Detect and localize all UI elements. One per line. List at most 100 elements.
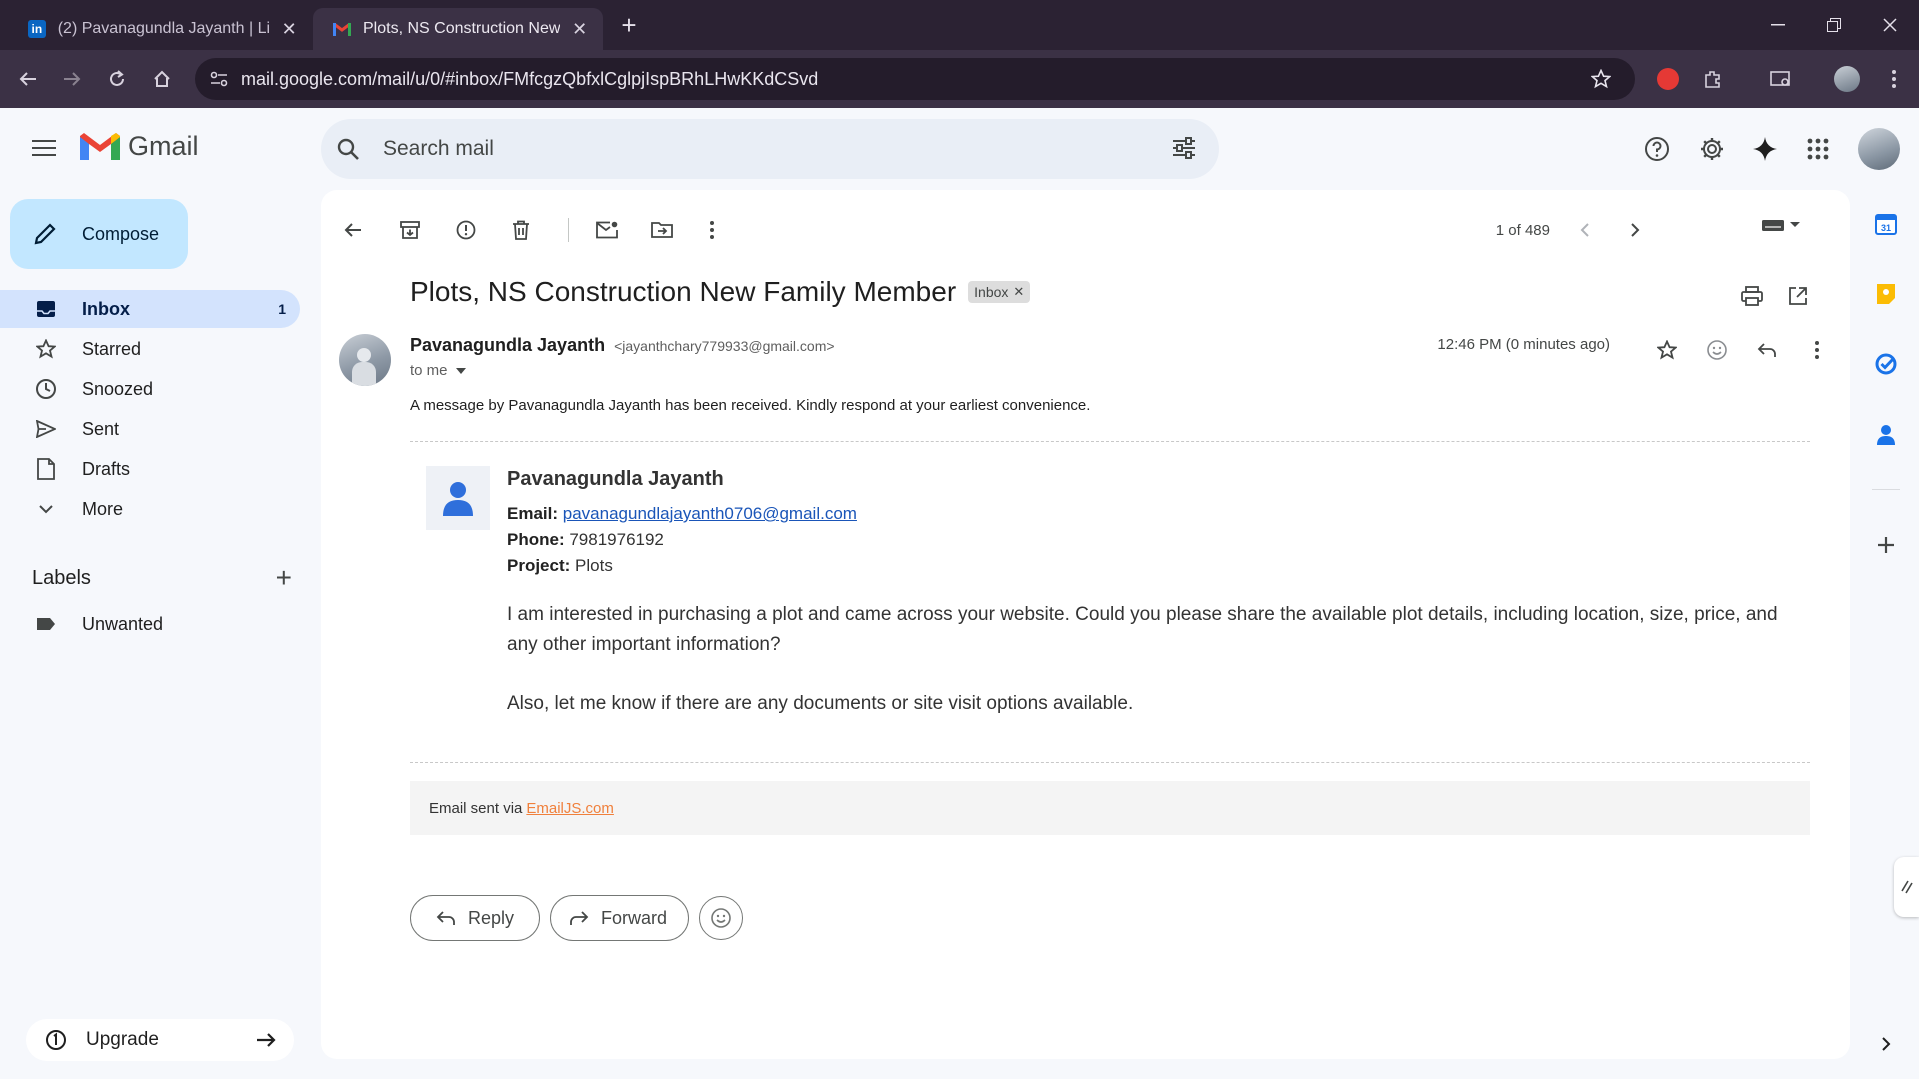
remove-label-icon[interactable]: ✕ [1013, 284, 1024, 300]
dashed-divider [410, 441, 1810, 442]
labels-heading: Labels [32, 566, 91, 589]
back-arrow-icon[interactable] [8, 59, 48, 99]
emoji-reaction-button[interactable] [699, 896, 743, 940]
archive-icon[interactable] [390, 210, 430, 250]
newer-chevron-left-icon[interactable] [1580, 222, 1590, 238]
search-input[interactable]: Search mail [383, 137, 494, 161]
smiley-icon [711, 908, 731, 928]
contact-project-row: Project: Plots [507, 556, 613, 576]
open-in-new-window-icon[interactable] [1778, 276, 1818, 316]
pager-text: 1 of 489 [1495, 221, 1550, 239]
nav-label: More [82, 498, 124, 519]
browser-tab-linkedin[interactable]: in (2) Pavanagundla Jayanth | LinkedIn ✕ [8, 8, 313, 50]
recipients-toggle[interactable]: to me [410, 362, 466, 379]
pager: 1 of 489 [1496, 210, 1640, 250]
close-window-button[interactable] [1862, 0, 1918, 50]
label-item-unwanted[interactable]: Unwanted [0, 605, 300, 643]
nav-label: Starred [82, 338, 142, 359]
nav-item-inbox[interactable]: Inbox 1 [0, 290, 300, 328]
forward-arrow-icon[interactable] [52, 59, 92, 99]
extensions-puzzle-icon[interactable] [1693, 59, 1733, 99]
extension-red-icon[interactable] [1648, 59, 1688, 99]
nav-item-starred[interactable]: Starred [0, 330, 300, 368]
contacts-icon[interactable] [1866, 414, 1906, 454]
input-tools-keyboard-icon[interactable] [1761, 218, 1801, 232]
body-paragraph: I am interested in purchasing a plot and… [507, 604, 1778, 655]
nav-item-drafts[interactable]: Drafts [0, 450, 300, 488]
home-icon[interactable] [142, 59, 182, 99]
tasks-icon[interactable] [1866, 344, 1906, 384]
reply-arrow-icon[interactable] [1747, 330, 1787, 370]
star-message-icon[interactable] [1647, 330, 1687, 370]
gmail-logo[interactable]: Gmail [80, 131, 199, 162]
browser-tab-gmail[interactable]: Plots, NS Construction New Family Member… [313, 8, 603, 50]
move-to-icon[interactable] [642, 210, 682, 250]
compose-button[interactable]: Compose [10, 199, 188, 269]
contact-email-link[interactable]: pavanagundlajayanth0706@gmail.com [563, 504, 857, 523]
chevron-down-icon [32, 504, 60, 514]
add-label-icon[interactable]: + [276, 562, 292, 594]
delete-trash-icon[interactable] [501, 210, 541, 250]
pencil-icon [32, 221, 58, 247]
sender-avatar[interactable] [339, 334, 391, 386]
mark-unread-icon[interactable] [587, 210, 627, 250]
compose-label: Compose [82, 223, 160, 244]
message-more-icon[interactable] [1797, 330, 1837, 370]
project-label: Project: [507, 556, 571, 575]
close-icon[interactable]: ✕ [570, 19, 589, 40]
sender-line: Pavanagundla Jayanth <jayanthchary779933… [410, 335, 835, 356]
address-bar[interactable]: mail.google.com/mail/u/0/#inbox/FMfcgzQb… [195, 58, 1635, 100]
back-to-inbox-icon[interactable] [333, 210, 373, 250]
caret-down-icon[interactable] [455, 367, 466, 374]
settings-gear-icon[interactable] [1691, 128, 1733, 170]
calendar-icon[interactable]: 31 [1866, 204, 1906, 244]
email-footer: Email sent via EmailJS.com [410, 781, 1810, 835]
labels-section-header: Labels + [32, 562, 292, 594]
sender-name[interactable]: Pavanagundla Jayanth [410, 335, 605, 355]
profile-avatar[interactable] [1827, 59, 1867, 99]
nav-item-snoozed[interactable]: Snoozed [0, 370, 300, 408]
reload-icon[interactable] [97, 59, 137, 99]
browser-menu-icon[interactable] [1874, 59, 1914, 99]
keep-icon[interactable] [1866, 274, 1906, 314]
draft-icon [32, 458, 60, 480]
search-options-icon[interactable] [1172, 137, 1196, 159]
reply-button[interactable]: Reply [410, 895, 540, 941]
search-bar[interactable]: Search mail [321, 119, 1219, 179]
media-controls-icon[interactable] [1761, 59, 1801, 99]
contact-phone-row: Phone: 7981976192 [507, 530, 664, 550]
print-icon[interactable] [1732, 276, 1772, 316]
nav-item-more[interactable]: More [0, 490, 300, 528]
inbox-label-badge[interactable]: Inbox ✕ [968, 281, 1031, 303]
add-reaction-icon[interactable] [1697, 330, 1737, 370]
nav-item-sent[interactable]: Sent [0, 410, 300, 448]
sender-email: <jayanthchary779933@gmail.com> [614, 338, 835, 354]
minimize-button[interactable] [1750, 0, 1806, 50]
help-icon[interactable] [1636, 128, 1678, 170]
message-intro-text: A message by Pavanagundla Jayanth has be… [410, 397, 1091, 414]
side-panel-collapsed-tab[interactable] [1894, 857, 1919, 917]
site-info-icon[interactable] [209, 69, 229, 89]
close-icon[interactable]: ✕ [279, 19, 299, 40]
get-add-ons-plus-icon[interactable] [1866, 525, 1906, 565]
upgrade-button[interactable]: Upgrade [26, 1019, 294, 1061]
gemini-sparkle-icon[interactable] [1744, 128, 1786, 170]
apps-grid-icon[interactable] [1797, 128, 1839, 170]
new-tab-button[interactable]: + [616, 12, 642, 38]
restore-button[interactable] [1806, 0, 1862, 50]
main-menu-icon[interactable] [24, 128, 64, 168]
emailjs-link[interactable]: EmailJS.com [526, 800, 614, 817]
reply-arrow-icon [436, 910, 456, 926]
toolbar-divider [568, 218, 569, 242]
dashed-divider [410, 762, 1810, 763]
show-side-panel-chevron-icon[interactable] [1866, 1024, 1906, 1064]
account-avatar[interactable] [1858, 128, 1900, 170]
search-icon[interactable] [337, 138, 359, 160]
report-spam-icon[interactable] [446, 210, 486, 250]
more-actions-icon[interactable] [692, 210, 732, 250]
older-chevron-right-icon[interactable] [1630, 222, 1640, 238]
nav-label: Inbox [82, 298, 130, 319]
forward-button[interactable]: Forward [550, 895, 689, 941]
project-value: Plots [575, 556, 613, 575]
bookmark-star-icon[interactable] [1591, 69, 1611, 89]
